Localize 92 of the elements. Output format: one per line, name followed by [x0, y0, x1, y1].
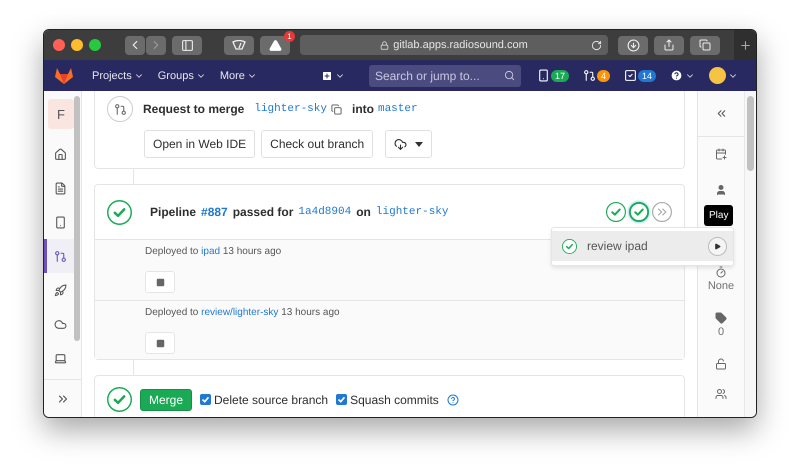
user-menu[interactable] [709, 67, 738, 84]
minimize-button[interactable] [71, 39, 83, 51]
merge-request-icon [54, 250, 67, 262]
issues-icon [54, 216, 67, 228]
caret-icon [415, 142, 424, 146]
sidebar-button[interactable] [172, 36, 202, 54]
warning-icon [268, 38, 282, 52]
cloud-download-icon [394, 138, 408, 150]
source-branch-link[interactable]: lighter-sky [254, 103, 327, 115]
checkbox[interactable] [336, 394, 348, 405]
tabs-icon [699, 39, 711, 51]
new-tab-button[interactable] [734, 30, 756, 60]
time-tracking-value: None [708, 280, 734, 292]
file-icon [54, 182, 67, 194]
windshield-icon [232, 40, 246, 50]
rocket-icon [54, 284, 67, 296]
stop-icon [156, 278, 164, 286]
sidebar-icon [180, 38, 194, 52]
stop-button[interactable] [145, 271, 175, 293]
checkbox-option[interactable]: Squash commits [336, 392, 439, 406]
user-icon [715, 184, 727, 196]
passed-status-icon [107, 200, 132, 224]
environment-link[interactable]: review/lighter-sky [201, 307, 278, 318]
search-icon [504, 70, 515, 81]
cloud-icon [54, 318, 67, 330]
pipeline-stage-button[interactable] [629, 202, 649, 222]
action-button[interactable]: Check out branch [261, 130, 374, 158]
passed-status-icon [562, 238, 577, 254]
help-icon[interactable] [446, 394, 459, 406]
project-avatar[interactable]: F [48, 99, 74, 129]
plus-icon [738, 38, 752, 52]
laptop-icon [54, 352, 67, 364]
copy-icon[interactable] [330, 104, 342, 114]
help-menu[interactable] [670, 69, 695, 82]
reload-icon[interactable] [591, 40, 602, 50]
new-menu[interactable] [320, 70, 345, 82]
action-button[interactable]: Open in Web IDE [144, 130, 256, 158]
notification-badge: 1 [284, 30, 295, 42]
download-dropdown-button[interactable] [385, 130, 432, 158]
search-field[interactable]: Search or jump to... [368, 64, 521, 86]
merge-request-icon [107, 96, 133, 122]
stop-icon [156, 338, 164, 348]
download-icon [626, 38, 640, 52]
tag-icon [715, 312, 727, 324]
close-button[interactable] [53, 39, 65, 51]
pipeline-link[interactable]: #887 [201, 205, 228, 219]
timer-icon [714, 266, 727, 278]
nav-menu[interactable]: Groups [158, 70, 206, 82]
alert-button[interactable] [260, 36, 290, 54]
help-icon [670, 69, 683, 82]
labels-count: 0 [718, 326, 724, 338]
share-button[interactable] [654, 36, 684, 54]
environment-link[interactable]: ipad [201, 246, 220, 257]
ready-status-icon [107, 387, 132, 412]
address-bar[interactable]: gitlab.apps.radiosound.com [300, 35, 608, 55]
deployment-text: Deployed to review/lighter-sky 13 hours ago [145, 307, 341, 318]
user-avatar [709, 67, 726, 84]
scrollbar[interactable] [747, 96, 754, 171]
scrollbar[interactable] [74, 96, 80, 341]
downloads-button[interactable] [618, 36, 648, 54]
merge-request-icon [582, 69, 596, 82]
pipeline-stage-button[interactable] [606, 202, 626, 222]
share-icon [663, 39, 675, 51]
extension-button[interactable] [224, 36, 254, 54]
add-todo-icon[interactable] [715, 148, 727, 160]
forward-button[interactable] [146, 36, 166, 54]
checkbox[interactable] [200, 394, 212, 405]
play-icon [714, 242, 721, 250]
play-button[interactable] [708, 236, 727, 256]
zoom-button[interactable] [89, 39, 101, 51]
fox-logo[interactable] [54, 66, 74, 84]
people-icon [715, 388, 727, 400]
stop-button[interactable] [145, 332, 175, 354]
commit-link[interactable]: 1a4d8904 [298, 206, 352, 218]
tooltip: Play [704, 205, 734, 226]
merge-request-card: Request to merge lighter-sky into master Open in Web IDE Check out branch [94, 91, 685, 169]
lock-icon [715, 358, 727, 370]
target-branch-link[interactable]: master [378, 103, 418, 115]
nav-menu[interactable]: Projects [92, 70, 144, 82]
sidebar-item[interactable] [44, 239, 74, 273]
lock-icon [380, 40, 390, 50]
todo-check-icon [624, 69, 637, 82]
checkbox-option[interactable]: Delete source branch [200, 392, 328, 406]
plus-icon [320, 70, 333, 82]
job-item[interactable]: review ipad [552, 231, 733, 261]
home-icon [54, 148, 67, 160]
merge-button[interactable]: Merge [140, 388, 192, 410]
branch-link[interactable]: lighter-sky [376, 206, 449, 218]
nav-menu[interactable]: More [220, 70, 257, 82]
back-button[interactable] [125, 36, 145, 54]
issues-icon [536, 69, 550, 82]
tabs-button[interactable] [690, 36, 720, 54]
